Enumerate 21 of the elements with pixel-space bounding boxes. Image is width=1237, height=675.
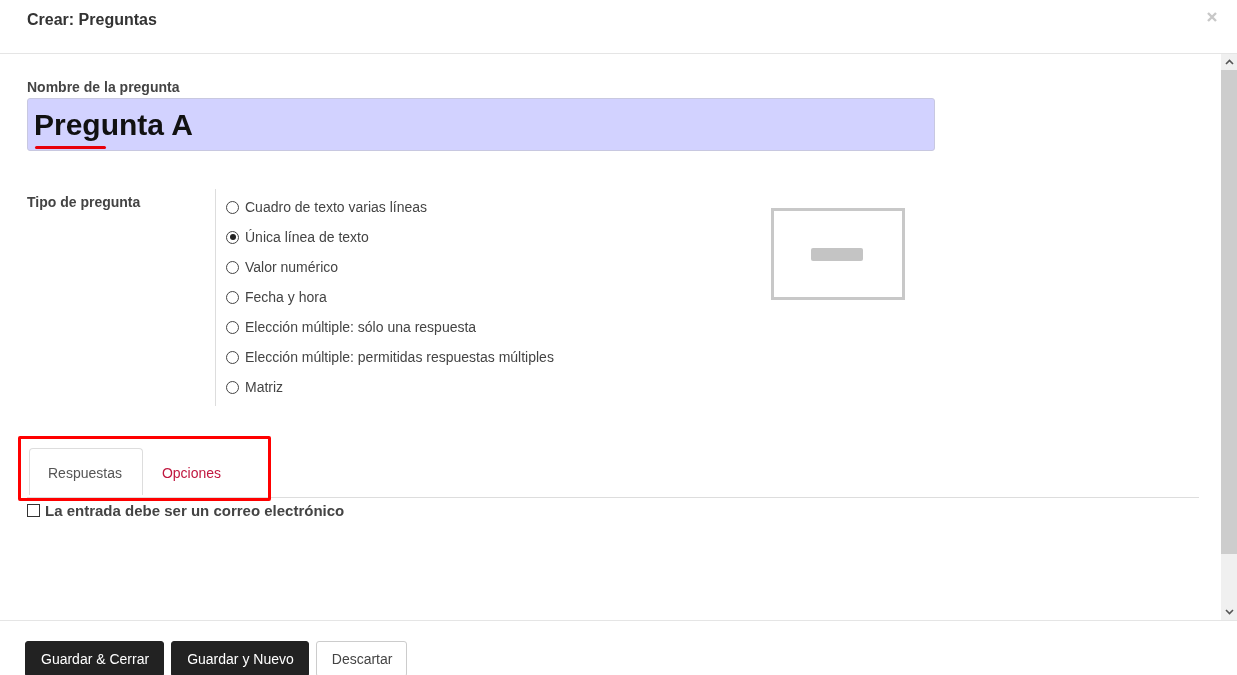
dialog-title: Crear: Preguntas (27, 10, 157, 29)
radio-label: Matriz (245, 378, 285, 397)
radio-label: Valor numérico (245, 258, 340, 277)
field-label: Nombre de la pregunta (27, 79, 181, 95)
radio-label: Elección múltiple: sólo una respuesta (245, 318, 478, 337)
action-button[interactable]: Descartar (315, 641, 408, 675)
radio-label: Fecha y hora (245, 288, 328, 307)
tab[interactable]: Opciones (142, 448, 243, 495)
tab[interactable]: Respuestas (29, 448, 143, 495)
action-button[interactable]: Guardar & Cerrar (25, 641, 165, 675)
scrollbar[interactable] (1221, 54, 1237, 620)
question-name-field[interactable]: Pregunta A (27, 98, 935, 151)
action-button[interactable]: Guardar y Nuevo (171, 641, 309, 675)
checkbox-label: La entrada debe ser un correo electrónico (45, 502, 345, 519)
field-label: Tipo de pregunta (27, 193, 142, 212)
scroll-down-icon[interactable] (1224, 609, 1234, 615)
checkbox[interactable] (27, 504, 40, 517)
radio-label: Cuadro de texto varias líneas (245, 198, 429, 217)
scroll-up-icon[interactable] (1224, 59, 1234, 65)
radio-label: Elección múltiple: permitidas respuestas múltiples (245, 348, 555, 367)
radio-label: Única línea de texto (245, 228, 370, 247)
